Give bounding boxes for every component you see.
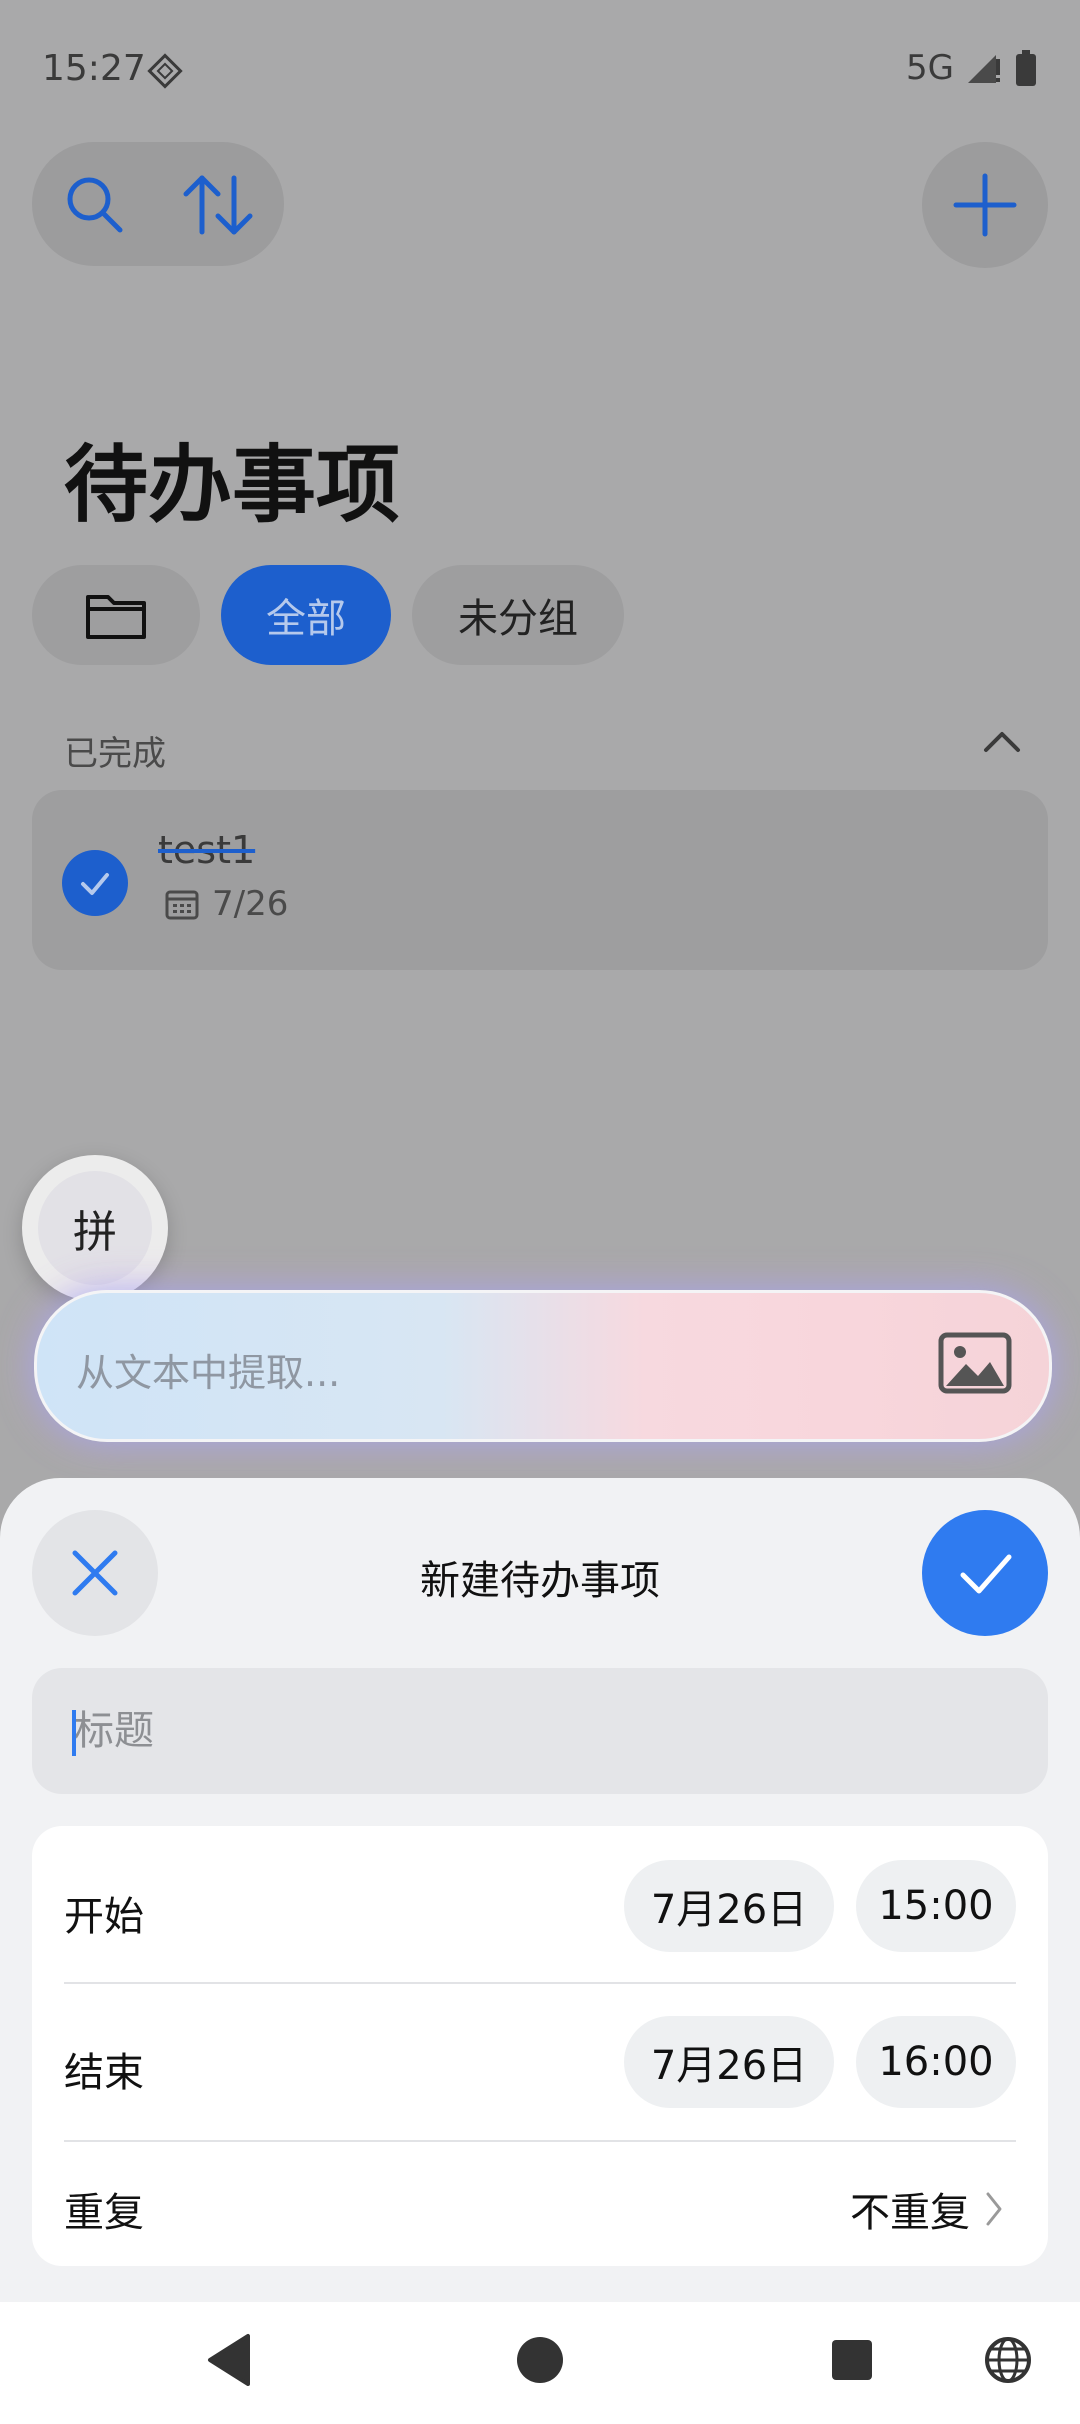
start-label: 开始: [64, 1894, 144, 1940]
repeat-value: 不重复: [850, 2190, 970, 2236]
end-label: 结束: [64, 2050, 144, 2096]
start-date-pill[interactable]: 7月26日: [624, 1860, 834, 1952]
title-input[interactable]: [32, 1668, 1048, 1794]
task-date: 7/26: [164, 884, 288, 924]
add-task-button[interactable]: [922, 142, 1048, 268]
text-caret: [72, 1710, 76, 1756]
folder-icon: [86, 595, 146, 639]
chevron-up-icon[interactable]: [980, 726, 1024, 756]
page-title: 待办事项: [64, 436, 401, 534]
image-icon[interactable]: [938, 1332, 1012, 1394]
completed-section-label: 已完成: [64, 734, 166, 774]
sheet-title: 新建待办事项: [420, 1558, 660, 1604]
plus-icon: [953, 173, 1017, 237]
diamond-notification-icon: [147, 53, 183, 89]
status-right: 5G: [906, 48, 1038, 88]
end-date-pill[interactable]: 7月26日: [624, 2016, 834, 2108]
signal-icon: [968, 55, 1000, 83]
task-checkbox[interactable]: [62, 850, 128, 916]
toolbar-pill: [32, 142, 284, 266]
globe-icon[interactable]: [982, 2330, 1034, 2390]
recents-icon[interactable]: [826, 2330, 878, 2390]
repeat-selector[interactable]: 不重复: [850, 2180, 1004, 2238]
back-icon[interactable]: [204, 2330, 256, 2390]
search-icon[interactable]: [62, 172, 128, 238]
checkmark-icon: [960, 1554, 1012, 1594]
network-label: 5G: [906, 48, 954, 88]
end-time-pill[interactable]: 16:00: [856, 2016, 1016, 2108]
ime-pinyin-button[interactable]: 拼: [38, 1171, 152, 1285]
divider: [64, 1982, 1016, 1984]
battery-icon: [1016, 50, 1036, 86]
confirm-button[interactable]: [922, 1510, 1048, 1636]
home-icon[interactable]: [514, 2330, 566, 2390]
checkmark-icon: [81, 873, 109, 895]
task-title: test1: [158, 828, 256, 872]
status-time: 15:27: [42, 48, 146, 89]
filter-chip-all[interactable]: 全部: [221, 565, 391, 665]
repeat-label: 重复: [64, 2190, 144, 2236]
sort-icon[interactable]: [180, 172, 256, 238]
start-time-pill[interactable]: 15:00: [856, 1860, 1016, 1952]
task-card[interactable]: [32, 790, 1048, 970]
task-date-text: 7/26: [212, 884, 289, 924]
extract-placeholder: 从文本中提取...: [76, 1351, 341, 1395]
chevron-right-icon: [986, 2192, 1002, 2226]
calendar-icon: [165, 890, 199, 920]
status-bar: 15:27 5G: [0, 0, 1080, 140]
divider: [64, 2140, 1016, 2142]
folder-chip[interactable]: [32, 565, 200, 665]
filter-chip-ungrouped[interactable]: 未分组: [412, 565, 624, 665]
